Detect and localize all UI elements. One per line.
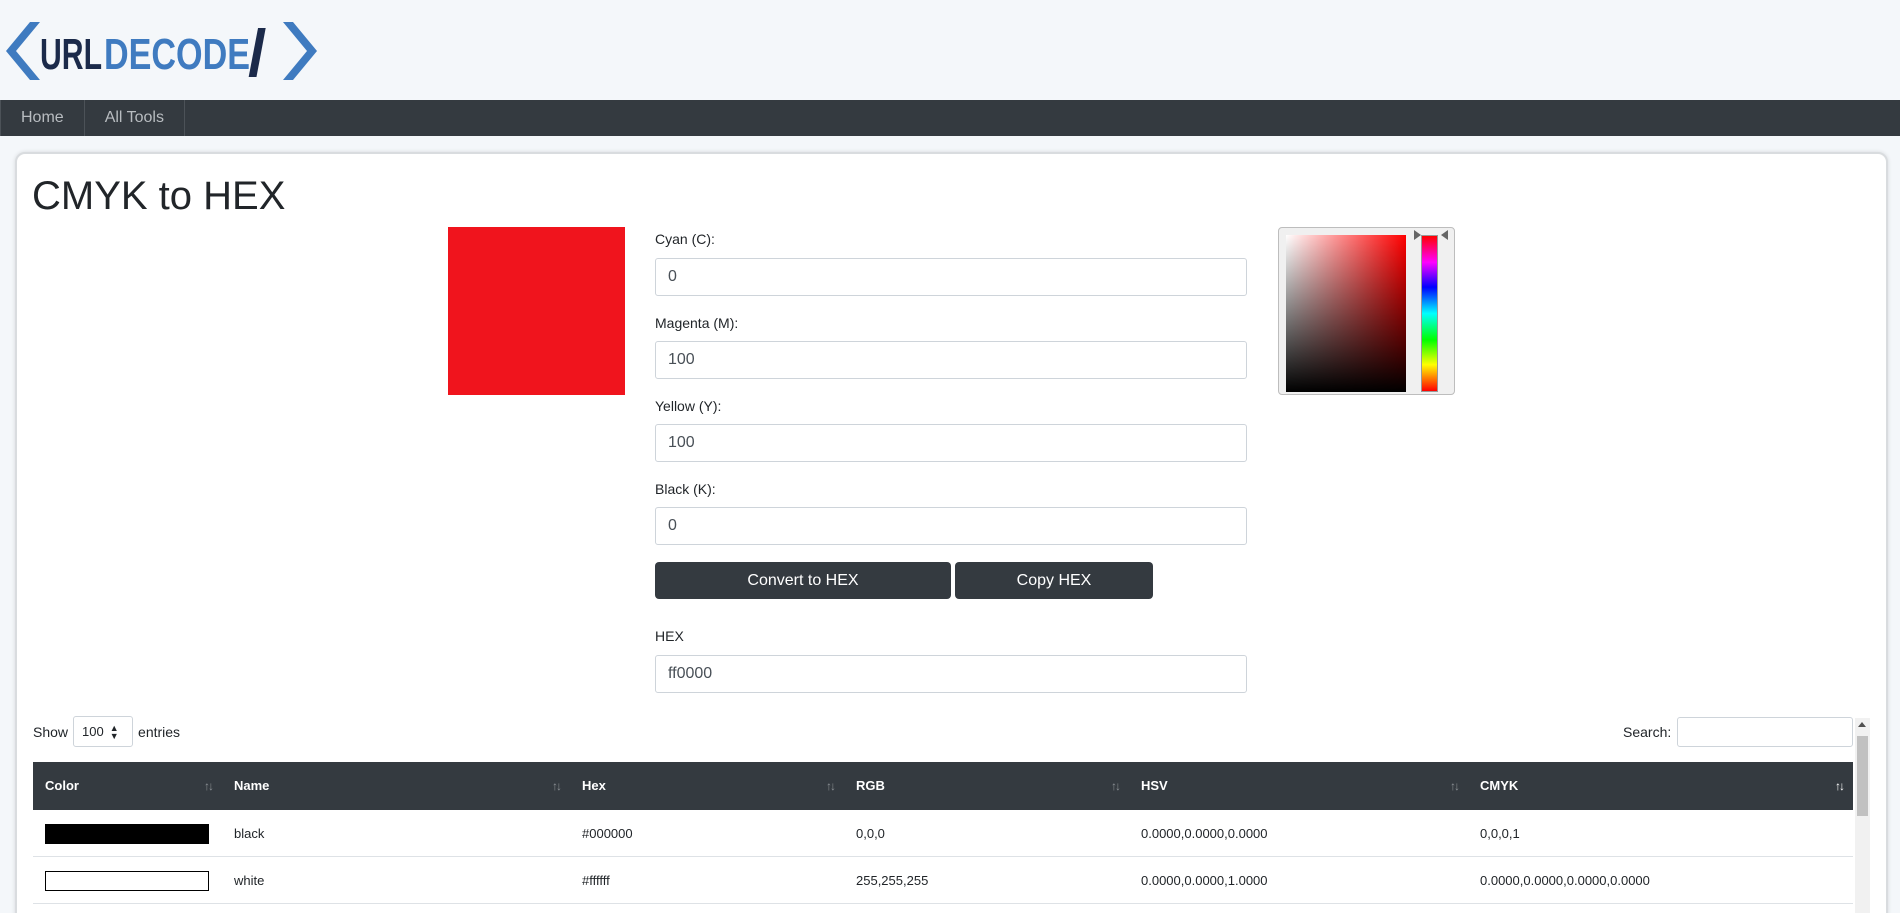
- convert-to-hex-button[interactable]: Convert to HEX: [655, 562, 951, 599]
- logo-left-bracket: [6, 22, 40, 80]
- th-name-label: Name: [234, 778, 270, 793]
- cyan-label: Cyan (C):: [655, 231, 715, 247]
- saturation-value-area[interactable]: [1286, 235, 1406, 392]
- select-arrows-icon: ▲ ▼: [109, 722, 119, 741]
- color-cell: [33, 857, 222, 903]
- hue-marker-right-icon: [1441, 230, 1448, 240]
- table-scrollbar[interactable]: [1855, 718, 1870, 913]
- color-swatch: [45, 871, 209, 891]
- page-size-select[interactable]: 100 ▲ ▼: [73, 716, 134, 747]
- search-input[interactable]: [1677, 717, 1854, 747]
- color-swatch: [45, 824, 209, 844]
- colors-table: Color ↑↓ Name ↑↓ Hex ↑↓ RGB ↑↓ HSV ↑↓ CMYK ↑↓ …: [33, 762, 1853, 904]
- search-label: Search:: [1623, 724, 1672, 740]
- name-cell: black: [234, 826, 265, 841]
- th-color[interactable]: Color ↑↓: [33, 762, 222, 810]
- cmyk-cell: 0,0,0,1: [1480, 826, 1520, 841]
- sort-asc-icon: ↑↓: [1835, 779, 1845, 793]
- sort-icon: ↑↓: [826, 779, 836, 793]
- page-size-value: 100: [82, 724, 104, 739]
- hue-slider[interactable]: [1421, 235, 1438, 392]
- th-hsv-label: HSV: [1141, 778, 1168, 793]
- color-preview-swatch: [448, 227, 625, 395]
- black-input[interactable]: [655, 507, 1247, 545]
- th-rgb-label: RGB: [856, 778, 885, 793]
- black-label: Black (K):: [655, 481, 716, 497]
- th-rgb[interactable]: RGB ↑↓: [844, 762, 1129, 810]
- yellow-input[interactable]: [655, 424, 1247, 462]
- logo-slash: /: [248, 18, 266, 84]
- hex-output-field[interactable]: [655, 655, 1247, 693]
- hsv-cell: 0.0000,0.0000,0.0000: [1141, 826, 1268, 841]
- th-cmyk[interactable]: CMYK ↑↓: [1468, 762, 1853, 810]
- page-length-control: Show 100 ▲ ▼ entries: [33, 716, 180, 747]
- color-cell: [33, 810, 222, 856]
- nav-all-tools[interactable]: All Tools: [85, 100, 185, 136]
- magenta-input[interactable]: [655, 341, 1247, 379]
- cmyk-cell: 0.0000,0.0000,0.0000,0.0000: [1480, 873, 1650, 888]
- scrollbar-thumb[interactable]: [1857, 736, 1868, 816]
- name-cell: white: [234, 873, 265, 888]
- table-header: Color ↑↓ Name ↑↓ Hex ↑↓ RGB ↑↓ HSV ↑↓ CMYK ↑↓: [33, 762, 1853, 810]
- th-hex-label: Hex: [582, 778, 606, 793]
- th-hsv[interactable]: HSV ↑↓: [1129, 762, 1468, 810]
- scroll-up-icon[interactable]: [1858, 722, 1866, 727]
- logo-text-url: URL: [40, 30, 102, 79]
- entries-label: entries: [138, 723, 181, 740]
- yellow-label: Yellow (Y):: [655, 398, 722, 414]
- hue-marker-left-icon: [1414, 230, 1421, 240]
- copy-hex-button[interactable]: Copy HEX: [955, 562, 1153, 599]
- color-picker: [1278, 227, 1455, 395]
- header: URL DECODE /: [0, 0, 1900, 100]
- table-row: white #ffffff 255,255,255 0.0000,0.0000,…: [33, 857, 1853, 904]
- sort-icon: ↑↓: [204, 779, 214, 793]
- th-cmyk-label: CMYK: [1480, 778, 1519, 793]
- page-title: CMYK to HEX: [32, 174, 286, 218]
- logo-right-bracket: [283, 22, 317, 80]
- magenta-label: Magenta (M):: [655, 315, 739, 331]
- show-label: Show: [33, 723, 69, 740]
- th-name[interactable]: Name ↑↓: [222, 762, 570, 810]
- hex-cell: #ffffff: [582, 873, 610, 888]
- rgb-cell: 0,0,0: [856, 826, 885, 841]
- sort-icon: ↑↓: [552, 779, 562, 793]
- th-hex[interactable]: Hex ↑↓: [570, 762, 844, 810]
- rgb-cell: 255,255,255: [856, 873, 929, 888]
- sort-icon: ↑↓: [1111, 779, 1121, 793]
- navbar: Home All Tools: [0, 100, 1900, 136]
- site-logo[interactable]: URL DECODE /: [2, 18, 322, 84]
- logo-text-decode: DECODE: [104, 30, 250, 79]
- hex-label: HEX: [655, 628, 684, 644]
- table-search: Search:: [1623, 717, 1854, 747]
- th-color-label: Color: [45, 778, 79, 793]
- hex-cell: #000000: [582, 826, 633, 841]
- hsv-cell: 0.0000,0.0000,1.0000: [1141, 873, 1268, 888]
- nav-home[interactable]: Home: [0, 100, 85, 136]
- sort-icon: ↑↓: [1450, 779, 1460, 793]
- cyan-input[interactable]: [655, 258, 1247, 296]
- table-row: black #000000 0,0,0 0.0000,0.0000,0.0000…: [33, 810, 1853, 857]
